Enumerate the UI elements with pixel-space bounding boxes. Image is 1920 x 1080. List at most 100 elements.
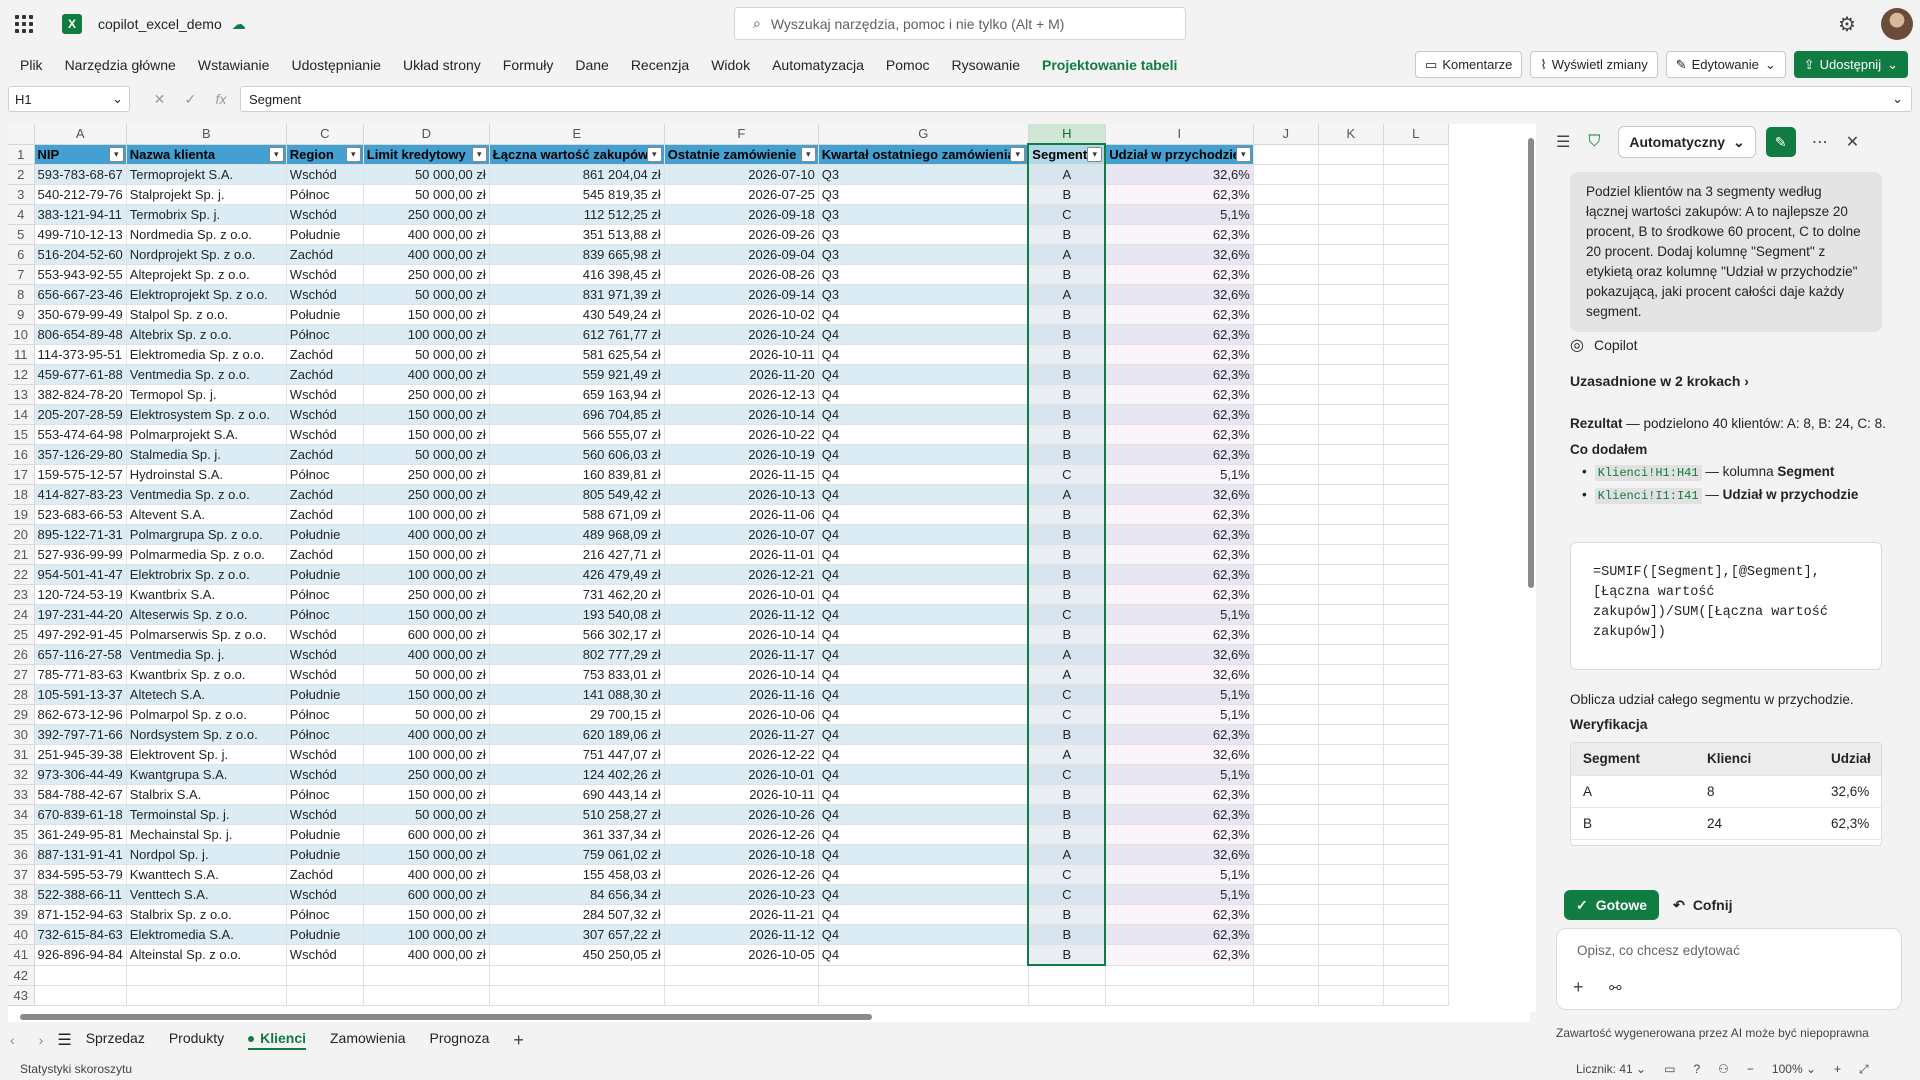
cell[interactable]: Altebrix Sp. z o.o. <box>126 324 287 345</box>
cell[interactable] <box>1318 504 1384 525</box>
column-header[interactable]: G <box>818 124 1029 145</box>
cell[interactable]: Wschód <box>286 744 364 765</box>
cell[interactable] <box>1253 244 1319 265</box>
cell[interactable] <box>1318 564 1384 585</box>
add-sheet-icon[interactable]: + <box>513 1030 524 1051</box>
cell[interactable]: Q4 <box>818 704 1029 725</box>
cell[interactable]: Południe <box>286 564 364 585</box>
cell[interactable]: 871-152-94-63 <box>34 904 127 925</box>
cell[interactable]: 205-207-28-59 <box>34 404 127 425</box>
cell[interactable]: 954-501-41-47 <box>34 564 127 585</box>
cell[interactable] <box>1253 604 1319 625</box>
cell[interactable]: 545 819,35 zł <box>489 184 665 205</box>
cell[interactable]: 751 447,07 zł <box>489 744 665 765</box>
cell[interactable] <box>1383 884 1449 905</box>
table-column-header[interactable]: NIP ▾ <box>34 144 127 165</box>
row-number[interactable]: 31 <box>8 744 35 765</box>
cell[interactable]: 400 000,00 zł <box>363 524 490 545</box>
cell[interactable]: 2026-11-12 <box>664 604 819 625</box>
cell[interactable]: 497-292-91-45 <box>34 624 127 645</box>
cell[interactable]: Q4 <box>818 544 1029 565</box>
cell[interactable]: 100 000,00 zł <box>363 744 490 765</box>
row-number[interactable]: 30 <box>8 724 35 745</box>
cell[interactable] <box>1253 684 1319 705</box>
cell[interactable]: 32,6% <box>1105 844 1254 865</box>
cell[interactable]: 656-667-23-46 <box>34 284 127 305</box>
avatar[interactable] <box>1881 8 1913 40</box>
grounded-steps-link[interactable]: Uzasadnione w 2 krokach › <box>1570 373 1749 389</box>
cell[interactable]: Q3 <box>818 184 1029 205</box>
cell[interactable]: 400 000,00 zł <box>363 644 490 665</box>
cell[interactable]: 62,3% <box>1105 264 1254 285</box>
row-number[interactable]: 17 <box>8 464 35 485</box>
cell[interactable]: 426 479,49 zł <box>489 564 665 585</box>
cell[interactable]: 806-654-89-48 <box>34 324 127 345</box>
cell[interactable]: 2026-09-14 <box>664 284 819 305</box>
cell[interactable]: Q4 <box>818 464 1029 485</box>
ribbon-tab[interactable]: Układ strony <box>403 57 481 73</box>
cell[interactable]: 382-824-78-20 <box>34 384 127 405</box>
cell[interactable]: Polmarpol Sp. z o.o. <box>126 704 287 725</box>
cell[interactable]: 250 000,00 zł <box>363 764 490 785</box>
cell[interactable]: 357-126-29-80 <box>34 444 127 465</box>
cell[interactable]: 50 000,00 zł <box>363 664 490 685</box>
cell[interactable]: A <box>1027 644 1107 665</box>
cell[interactable] <box>818 965 1029 986</box>
cell[interactable] <box>1383 264 1449 285</box>
cell[interactable]: Q4 <box>818 304 1029 325</box>
cell[interactable] <box>1383 664 1449 685</box>
cell[interactable] <box>1318 664 1384 685</box>
cell[interactable] <box>1383 624 1449 645</box>
zoom-in-icon[interactable]: + <box>1834 1062 1841 1076</box>
cell[interactable]: Q4 <box>818 644 1029 665</box>
cell[interactable]: C <box>1027 704 1107 725</box>
cell[interactable] <box>1383 804 1449 825</box>
cell[interactable] <box>1383 824 1449 845</box>
cell[interactable] <box>1253 904 1319 925</box>
cell[interactable] <box>1253 704 1319 725</box>
cell[interactable] <box>1383 684 1449 705</box>
cell[interactable]: Q4 <box>818 664 1029 685</box>
cell[interactable]: 150 000,00 zł <box>363 424 490 445</box>
sheet-tab-zamowienia[interactable]: Zamowienia <box>330 1030 405 1050</box>
cell[interactable]: 522-388-66-11 <box>34 884 127 905</box>
column-header[interactable]: E <box>489 124 665 145</box>
cell[interactable] <box>34 965 127 986</box>
cell[interactable]: 251-945-39-38 <box>34 744 127 765</box>
cell[interactable] <box>1253 184 1319 205</box>
cell[interactable]: Q3 <box>818 164 1029 185</box>
settings-gear-icon[interactable]: ⚙ <box>1838 12 1856 37</box>
cell[interactable]: 100 000,00 zł <box>363 564 490 585</box>
cell[interactable]: 32,6% <box>1105 664 1254 685</box>
cell[interactable]: Ventmedia Sp. j. <box>126 644 287 665</box>
cell[interactable]: 2026-12-13 <box>664 384 819 405</box>
row-number[interactable]: 3 <box>8 184 35 205</box>
cell[interactable]: 2026-10-22 <box>664 424 819 445</box>
column-header[interactable]: L <box>1383 124 1449 145</box>
cell[interactable] <box>1253 284 1319 305</box>
cell[interactable]: Zachód <box>286 484 364 505</box>
row-number[interactable]: 33 <box>8 784 35 805</box>
cell[interactable]: 155 458,03 zł <box>489 864 665 885</box>
cell[interactable] <box>1383 985 1449 1006</box>
cell[interactable]: 620 189,06 zł <box>489 724 665 745</box>
cell[interactable] <box>286 985 364 1006</box>
cell[interactable] <box>1383 704 1449 725</box>
cell[interactable]: Altevent S.A. <box>126 504 287 525</box>
cell[interactable]: Q3 <box>818 244 1029 265</box>
cell[interactable]: Północ <box>286 584 364 605</box>
cell[interactable]: Elektroprojekt Sp. z o.o. <box>126 284 287 305</box>
name-box[interactable]: H1 ⌄ <box>8 86 130 112</box>
cell[interactable]: Q4 <box>818 344 1029 365</box>
cell[interactable] <box>1318 864 1384 885</box>
help-icon[interactable]: ? <box>1693 1062 1700 1076</box>
cell[interactable]: 785-771-83-63 <box>34 664 127 685</box>
show-changes-button[interactable]: ⌇ Wyświetl zmiany <box>1530 51 1658 78</box>
cell[interactable] <box>1383 584 1449 605</box>
table-column-header[interactable]: Łączna wartość zakupów ▾ <box>489 144 665 165</box>
row-number[interactable]: 15 <box>8 424 35 445</box>
cell[interactable]: 600 000,00 zł <box>363 884 490 905</box>
cell[interactable]: B <box>1027 344 1107 365</box>
cell[interactable] <box>1383 444 1449 465</box>
cell[interactable] <box>1028 965 1106 986</box>
